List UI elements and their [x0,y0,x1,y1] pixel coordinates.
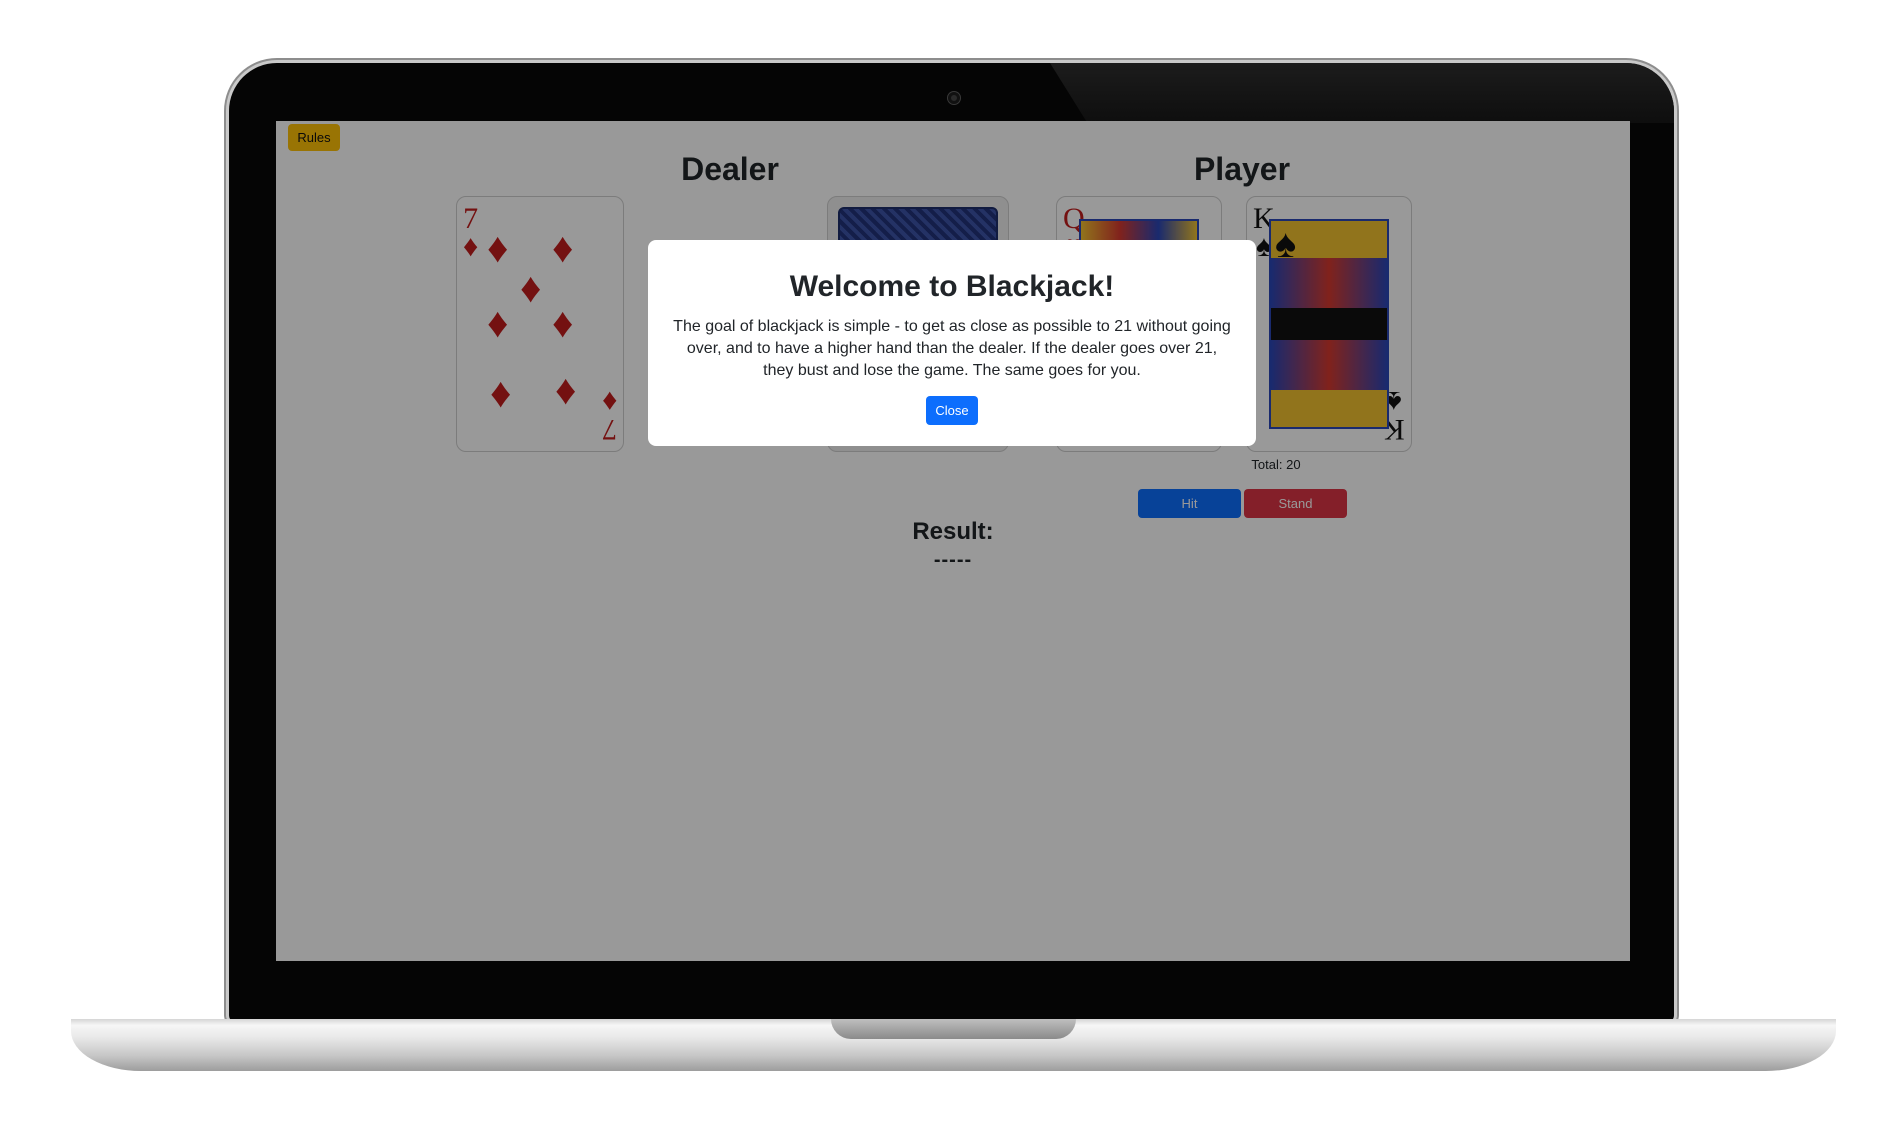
modal-title: Welcome to Blackjack! [789,270,1115,303]
close-button[interactable]: Close [926,396,978,425]
bezel-glare [1050,63,1674,123]
app-screen: Rules Dealer Player 7 ♦ 7 ♦ ♦ ♦ ♦ ♦ ♦ ♦ ♦ … [276,121,1630,961]
laptop-notch [831,1019,1076,1039]
camera-icon [948,92,960,104]
welcome-modal: Welcome to Blackjack! The goal of blackj… [648,240,1256,446]
modal-body: The goal of blackjack is simple - to get… [673,318,1231,379]
